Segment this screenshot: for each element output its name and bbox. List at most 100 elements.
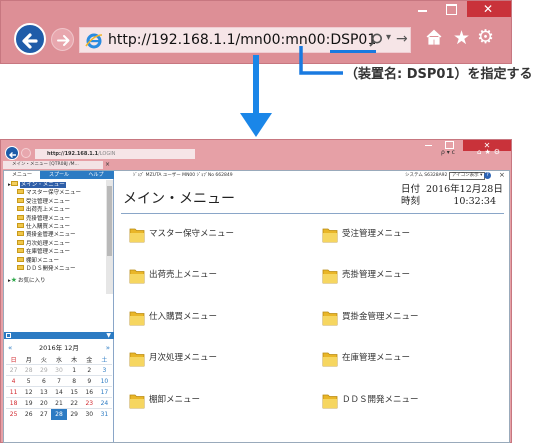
calendar-day[interactable]: 19 — [21, 397, 37, 409]
tab-spool[interactable]: スプール — [40, 171, 78, 179]
tree-item[interactable]: マスター保守メニュー — [8, 189, 106, 197]
tree-item[interactable]: 売掛管理メニュー — [8, 214, 106, 223]
tree-item[interactable]: 月次処理メニュー — [8, 239, 106, 248]
calendar-day[interactable]: 5 — [21, 375, 37, 387]
tree-item[interactable]: 買掛金管理メニュー — [8, 231, 106, 239]
date-time-display: 日付 2016年12月28日 時刻 10:32:34 — [401, 184, 503, 208]
time-value: 10:32:34 — [453, 196, 496, 207]
calendar-day[interactable]: 1 — [66, 364, 82, 376]
down-arrow-icon — [240, 55, 272, 137]
view-mode-select[interactable]: アイコン表示 ▾ — [448, 172, 486, 180]
browser-window: ✕ http://192.168.1.1/LOGIN ρ ▾ c ⌂★⚙ メイン… — [0, 139, 512, 443]
weekday-label: 月 — [25, 357, 32, 364]
calendar-day[interactable]: 3 — [96, 364, 112, 376]
calendar-day[interactable]: 28 — [21, 364, 37, 376]
tree-item[interactable]: 出荷売上メニュー — [8, 206, 106, 214]
session-info-left: ｼﾞｮﾌﾞ MZUTA ユーザー MN00 ｼﾞｮﾌﾞNo 662849 — [133, 173, 233, 178]
main-pane: ｼﾞｮﾌﾞ MZUTA ユーザー MN00 ｼﾞｮﾌﾞNo 662849 システ… — [115, 171, 509, 442]
calendar-prev-button[interactable]: « — [8, 343, 12, 353]
calendar-day[interactable]: 10 — [96, 375, 112, 387]
calendar-icon — [6, 333, 11, 338]
tree-item-label: マスター保守メニュー — [26, 190, 82, 197]
calendar-day[interactable]: 20 — [36, 397, 52, 409]
browser-tab[interactable]: メイン・メニュー [QTR08J /M... — [3, 161, 103, 169]
inner-address-path: /LOGIN — [98, 151, 116, 157]
calendar-day[interactable]: 27 — [36, 408, 52, 420]
scrollbar-thumb[interactable] — [107, 186, 112, 256]
folder-icon — [322, 311, 338, 326]
calendar-day[interactable]: 30 — [51, 364, 67, 376]
calendar-day[interactable]: 26 — [21, 408, 37, 420]
calendar-day[interactable]: 31 — [96, 408, 112, 420]
calendar-day[interactable]: 13 — [36, 386, 52, 398]
tree-item-label: 売掛管理メニュー — [26, 215, 71, 222]
calendar-day[interactable]: 9 — [81, 375, 97, 387]
weekday-row: 日 月 火 水 木 金 土 — [6, 355, 112, 365]
folder-icon — [17, 197, 24, 203]
calendar-day[interactable]: 27 — [6, 364, 22, 376]
tree-item-label: 在庫管理メニュー — [26, 249, 71, 256]
tree-item[interactable]: 棚卸メニュー — [8, 256, 106, 265]
calendar: « 2016年 12月 » 日 月 火 水 木 金 土 27 28 29 30 … — [6, 343, 112, 420]
weekday-label: 水 — [55, 357, 62, 364]
calendar-day[interactable]: 22 — [66, 397, 82, 409]
window-minimize-button[interactable] — [421, 140, 437, 150]
calendar-day[interactable]: 4 — [6, 375, 22, 387]
calendar-day[interactable]: 2 — [81, 364, 97, 376]
calendar-day[interactable]: 15 — [66, 386, 82, 398]
tree-item[interactable]: ＤＤＳ開発メニュー — [8, 264, 106, 273]
calendar-day[interactable]: 25 — [6, 408, 22, 420]
calendar-day[interactable]: 29 — [36, 364, 52, 376]
inner-back-button[interactable] — [5, 146, 19, 160]
menu-item-label: ＤＤＳ開発メニュー — [342, 395, 419, 405]
time-row: 時刻 10:32:34 — [401, 196, 503, 208]
help-icon[interactable]: ? — [484, 172, 491, 179]
tree-item[interactable]: 受注管理メニュー — [8, 197, 106, 206]
calendar-day[interactable]: 29 — [66, 408, 82, 420]
calendar-day[interactable]: 24 — [96, 397, 112, 409]
calendar-day[interactable]: 11 — [6, 386, 22, 398]
tab-menu[interactable]: メニュー — [4, 171, 40, 179]
tree-item-label: 仕入購買メニュー — [26, 223, 71, 230]
calendar-day[interactable]: 16 — [81, 386, 97, 398]
folder-icon — [129, 352, 145, 367]
calendar-day-today[interactable]: 28 — [51, 408, 67, 420]
collapse-triangle-icon[interactable]: ▼ — [106, 333, 111, 339]
session-info-bar: ｼﾞｮﾌﾞ MZUTA ユーザー MN00 ｼﾞｮﾌﾞNo 662849 システ… — [115, 171, 509, 180]
tab-help[interactable]: ヘルプ — [78, 171, 114, 179]
calendar-day[interactable]: 30 — [81, 408, 97, 420]
menu-tree: ▸ メイン・メニュー マスター保守メニュー 受注管理メニュー 出荷売上メニュー 売… — [8, 181, 106, 285]
calendar-day[interactable]: 14 — [51, 386, 67, 398]
tree-item[interactable]: 在庫管理メニュー — [8, 248, 106, 256]
calendar-day[interactable]: 12 — [21, 386, 37, 398]
title-divider — [121, 213, 504, 214]
tree-item[interactable]: 仕入購買メニュー — [8, 222, 106, 231]
calendar-week: 27 28 29 30 1 2 3 — [6, 364, 112, 376]
calendar-day[interactable]: 21 — [51, 397, 67, 409]
inner-forward-button[interactable] — [21, 148, 31, 158]
close-pane-icon[interactable]: × — [499, 171, 505, 180]
calendar-day[interactable]: 7 — [51, 375, 67, 387]
calendar-week: 11 12 13 14 15 16 17 — [6, 386, 112, 398]
calendar-next-button[interactable]: » — [106, 343, 110, 353]
calendar-day[interactable]: 18 — [6, 397, 22, 409]
calendar-header: « 2016年 12月 » — [6, 343, 112, 353]
inner-toolbar-icons[interactable]: ⌂★⚙ — [477, 148, 503, 156]
calendar-day[interactable]: 8 — [66, 375, 82, 387]
web-page: メニュー スプール ヘルプ ▸ メイン・メニュー マスター保守メニュー 受注管理メ… — [3, 170, 510, 443]
inner-address-controls[interactable]: ρ ▾ c — [441, 149, 455, 156]
tree-root[interactable]: ▸ メイン・メニュー — [8, 181, 106, 189]
favorites-item[interactable]: ▸★お気に入り — [8, 276, 106, 284]
tree-scrollbar[interactable] — [106, 180, 113, 294]
calendar-day[interactable]: 6 — [36, 375, 52, 387]
annotation-text: （装置名: DSP01）を指定する — [345, 67, 533, 82]
calendar-day[interactable]: 17 — [96, 386, 112, 398]
inner-address-host: http://192.168.1.1 — [47, 151, 99, 157]
inner-address-bar[interactable]: http://192.168.1.1/LOGIN — [35, 149, 195, 159]
folder-icon — [17, 214, 24, 220]
tab-close-icon[interactable]: × — [105, 161, 110, 169]
system-label: システム S6328A92 — [405, 173, 448, 178]
folder-icon — [17, 206, 24, 212]
folder-icon — [17, 189, 24, 195]
calendar-day[interactable]: 23 — [81, 397, 97, 409]
